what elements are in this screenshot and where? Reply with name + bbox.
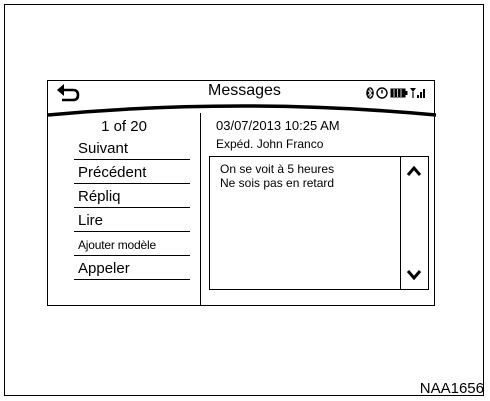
scrollbar[interactable] [400,157,428,289]
message-sender: Expéd. John Franco [216,137,324,151]
bluetooth-icon [366,87,374,99]
messages-screen: Messages 1 of 20 Suivant Précédent Répli… [47,80,436,306]
menu-item-lire[interactable]: Lire [74,210,190,232]
screen-title: Messages [208,82,281,99]
back-arrow-icon[interactable] [56,83,82,103]
message-counter: 1 of 20 [101,118,147,135]
message-panel: 03/07/2013 10:25 AM Expéd. John Franco O… [202,113,434,305]
scroll-up-icon[interactable] [406,165,422,177]
message-line: On se voit à 5 heures [220,162,335,176]
menu-item-precedent[interactable]: Précédent [74,162,190,184]
scroll-down-icon[interactable] [406,269,422,281]
menu-panel: 1 of 20 Suivant Précédent Répliq Lire Aj… [48,113,201,305]
figure-code: NAA1656 [419,380,484,397]
menu-item-ajouter-modele[interactable]: Ajouter modèle [74,234,190,256]
message-body-box: On se voit à 5 heures Ne sois pas en ret… [209,156,429,290]
menu-item-repliq[interactable]: Répliq [74,186,190,208]
clock-icon [376,87,388,99]
status-icons [366,86,426,100]
message-date: 03/07/2013 10:25 AM [216,118,340,133]
message-body: On se voit à 5 heures Ne sois pas en ret… [220,162,395,190]
message-line: Ne sois pas en retard [220,176,335,190]
menu-item-suivant[interactable]: Suivant [74,138,190,160]
menu-item-appeler[interactable]: Appeler [74,258,190,280]
signal-icon [410,88,425,98]
battery-icon [390,88,408,98]
